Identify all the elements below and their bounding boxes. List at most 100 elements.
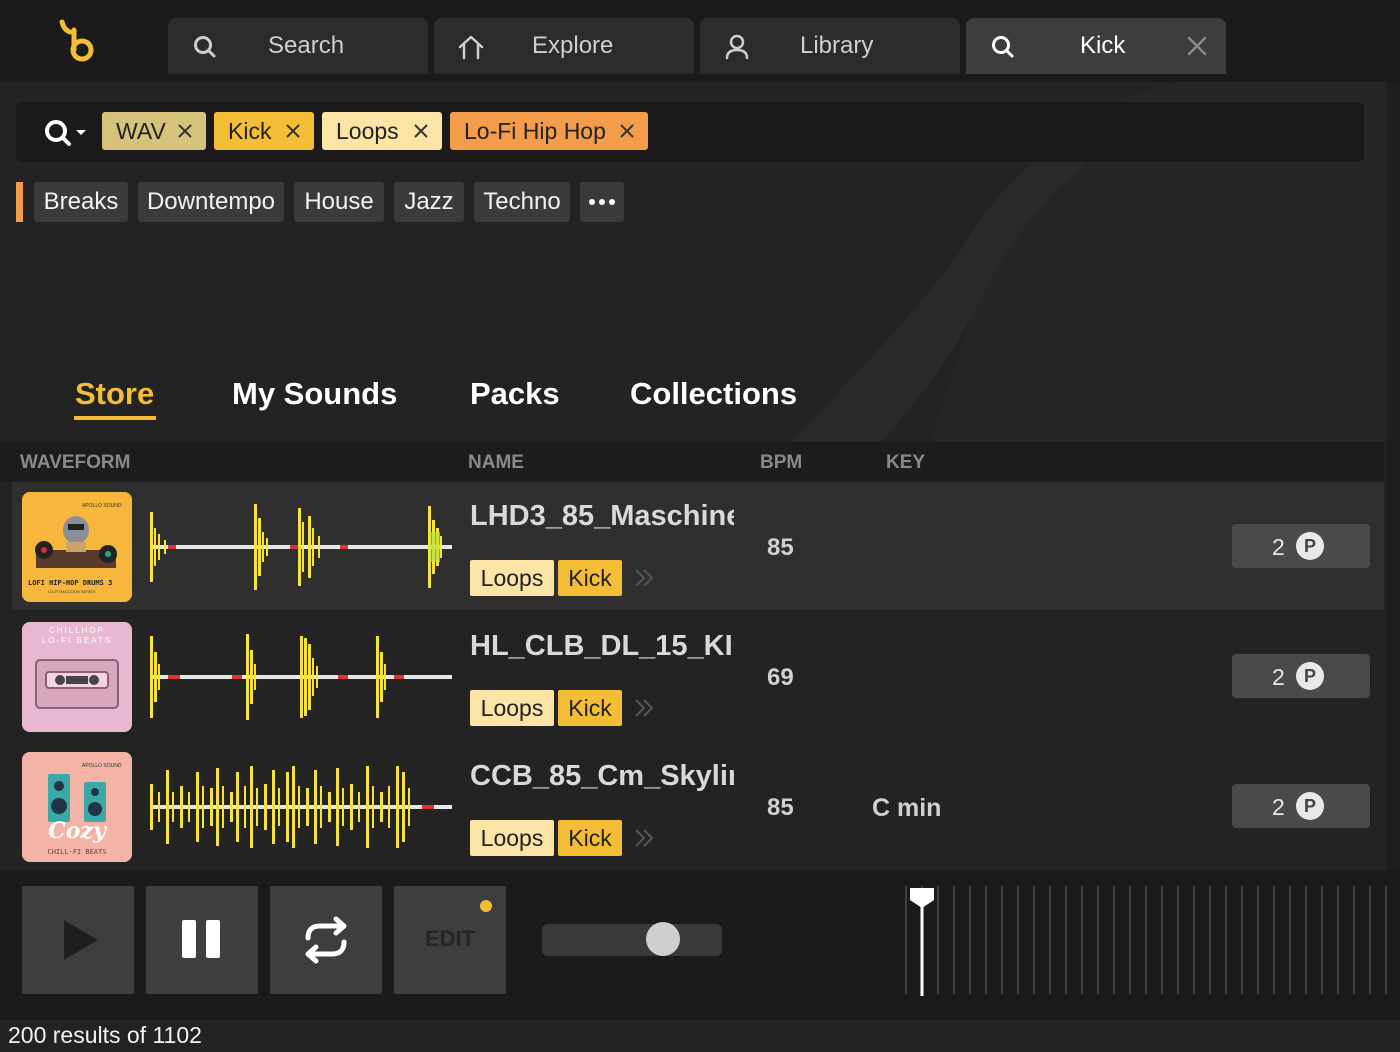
tag-loops[interactable]: Loops bbox=[470, 690, 554, 726]
pack-title: LOFI HIP-HOP DRUMS 3 bbox=[28, 579, 112, 587]
scrollbar[interactable] bbox=[1386, 82, 1400, 870]
edit-label: EDIT bbox=[424, 926, 476, 951]
pack-badge: APOLLO SOUND bbox=[82, 763, 122, 769]
remove-filter-icon[interactable] bbox=[176, 122, 194, 140]
sample-name[interactable]: CCB_85_Cm_Skylin bbox=[470, 760, 734, 793]
filter-chip-lofi-hip-hop[interactable]: Lo-Fi Hip Hop bbox=[450, 112, 648, 150]
filter-bar: WAV Kick Loops Lo-Fi Hip Hop bbox=[16, 102, 1364, 162]
tag-loops[interactable]: Loops bbox=[470, 560, 554, 596]
column-header-bpm[interactable]: BPM bbox=[760, 452, 802, 474]
tab-library[interactable]: Library bbox=[700, 18, 960, 74]
column-header-waveform[interactable]: WAVEFORM bbox=[20, 452, 130, 474]
loop-button[interactable] bbox=[270, 886, 382, 994]
top-bar: Search Explore Library Kick bbox=[0, 0, 1400, 82]
tab-collections[interactable]: Collections bbox=[630, 376, 797, 412]
key-value: C min bbox=[872, 794, 942, 822]
bpm-value: 85 bbox=[767, 794, 794, 821]
remove-filter-icon[interactable] bbox=[412, 122, 430, 140]
pack-subtitle: LO-FI RACCOON SERIES bbox=[48, 589, 96, 594]
play-icon bbox=[64, 920, 98, 960]
results-count: 200 results of 1102 bbox=[8, 1022, 202, 1048]
more-tags-icon[interactable] bbox=[632, 826, 656, 850]
column-header-name[interactable]: NAME bbox=[468, 452, 524, 474]
active-tab-underline bbox=[74, 416, 156, 420]
tab-kick[interactable]: Kick bbox=[966, 18, 1226, 74]
points-icon: P bbox=[1296, 662, 1324, 690]
filter-chip-loops[interactable]: Loops bbox=[322, 112, 442, 150]
sample-name[interactable]: LHD3_85_Maschine bbox=[470, 500, 734, 533]
pack-title: CHILLHOP bbox=[49, 626, 105, 635]
genre-downtempo[interactable]: Downtempo bbox=[138, 182, 284, 222]
points-icon: P bbox=[1296, 532, 1324, 560]
remove-filter-icon[interactable] bbox=[618, 122, 636, 140]
search-dropdown-icon[interactable] bbox=[42, 116, 92, 150]
search-icon bbox=[194, 36, 216, 58]
tag-kick[interactable]: Kick bbox=[558, 820, 622, 856]
tab-label: Search bbox=[268, 32, 345, 59]
more-genres-button[interactable] bbox=[580, 182, 624, 222]
table-row[interactable]: CHILLHOP LO-FI BEATS HL_CLB_DL_15_KIC Lo… bbox=[12, 612, 1384, 740]
play-button[interactable] bbox=[22, 886, 134, 994]
tab-label: Explore bbox=[532, 32, 614, 59]
tag-kick[interactable]: Kick bbox=[558, 690, 622, 726]
filter-chip-label: Loops bbox=[336, 117, 399, 144]
edit-indicator-dot bbox=[480, 900, 492, 912]
table-row[interactable]: APOLLO SOUND Cozy CHILL-FI BEATS CCB_85_… bbox=[12, 742, 1384, 870]
sample-name[interactable]: HL_CLB_DL_15_KIC bbox=[470, 630, 734, 663]
search-icon bbox=[992, 36, 1014, 58]
genre-house[interactable]: House bbox=[294, 182, 384, 222]
repeat-icon bbox=[305, 916, 347, 964]
filter-chip-wav[interactable]: WAV bbox=[102, 112, 206, 150]
filter-chip-label: Kick bbox=[228, 117, 272, 144]
tab-search[interactable]: Search bbox=[168, 18, 428, 74]
remove-filter-icon[interactable] bbox=[284, 122, 302, 140]
app-logo[interactable] bbox=[52, 16, 98, 66]
pause-icon bbox=[182, 920, 220, 958]
bpm-value: 85 bbox=[767, 534, 794, 561]
genre-accent-bar bbox=[16, 182, 23, 222]
edit-button[interactable]: EDIT bbox=[394, 886, 506, 994]
filter-chip-kick[interactable]: Kick bbox=[214, 112, 314, 150]
tab-packs[interactable]: Packs bbox=[470, 376, 560, 412]
filter-chip-label: Lo-Fi Hip Hop bbox=[464, 117, 606, 144]
playhead[interactable] bbox=[910, 888, 934, 908]
pack-artwork[interactable]: APOLLO SOUND Cozy CHILL-FI BEATS bbox=[22, 752, 132, 862]
pack-subtitle: LO-FI BEATS bbox=[42, 636, 112, 645]
genre-jazz[interactable]: Jazz bbox=[394, 182, 464, 222]
price-button[interactable]: 2 P bbox=[1232, 654, 1370, 698]
waveform[interactable] bbox=[150, 632, 452, 722]
tag-loops[interactable]: Loops bbox=[470, 820, 554, 856]
tab-explore[interactable]: Explore bbox=[434, 18, 694, 74]
table-row[interactable]: APOLLO SOUND LOFI HIP-HOP DRUMS 3 LO-FI … bbox=[12, 482, 1384, 610]
price-amount: 2 bbox=[1272, 664, 1285, 690]
price-amount: 2 bbox=[1272, 534, 1285, 560]
tab-store[interactable]: Store bbox=[75, 376, 154, 412]
price-button[interactable]: 2 P bbox=[1232, 524, 1370, 568]
timeline-scrubber[interactable] bbox=[904, 884, 1400, 996]
pause-button[interactable] bbox=[146, 886, 258, 994]
more-icon bbox=[589, 199, 615, 205]
waveform[interactable] bbox=[150, 502, 452, 592]
table-header bbox=[0, 442, 1384, 482]
price-amount: 2 bbox=[1272, 794, 1285, 820]
more-tags-icon[interactable] bbox=[632, 566, 656, 590]
price-button[interactable]: 2 P bbox=[1232, 784, 1370, 828]
pack-badge: APOLLO SOUND bbox=[82, 503, 122, 509]
close-icon[interactable] bbox=[1184, 33, 1210, 59]
points-icon: P bbox=[1296, 792, 1324, 820]
pack-artwork[interactable]: APOLLO SOUND LOFI HIP-HOP DRUMS 3 LO-FI … bbox=[22, 492, 132, 602]
column-header-key[interactable]: KEY bbox=[886, 452, 925, 474]
genre-techno[interactable]: Techno bbox=[474, 182, 570, 222]
volume-slider-knob[interactable] bbox=[646, 922, 680, 956]
tab-label: Library bbox=[800, 32, 874, 59]
waveform[interactable] bbox=[150, 762, 452, 852]
filter-chip-label: WAV bbox=[116, 117, 166, 144]
tab-my-sounds[interactable]: My Sounds bbox=[232, 376, 397, 412]
tag-kick[interactable]: Kick bbox=[558, 560, 622, 596]
genre-breaks[interactable]: Breaks bbox=[34, 182, 128, 222]
pack-artwork[interactable]: CHILLHOP LO-FI BEATS bbox=[22, 622, 132, 732]
user-icon bbox=[725, 34, 749, 60]
pack-subtitle: CHILL-FI BEATS bbox=[47, 848, 106, 856]
more-tags-icon[interactable] bbox=[632, 696, 656, 720]
volume-slider[interactable] bbox=[542, 924, 722, 956]
